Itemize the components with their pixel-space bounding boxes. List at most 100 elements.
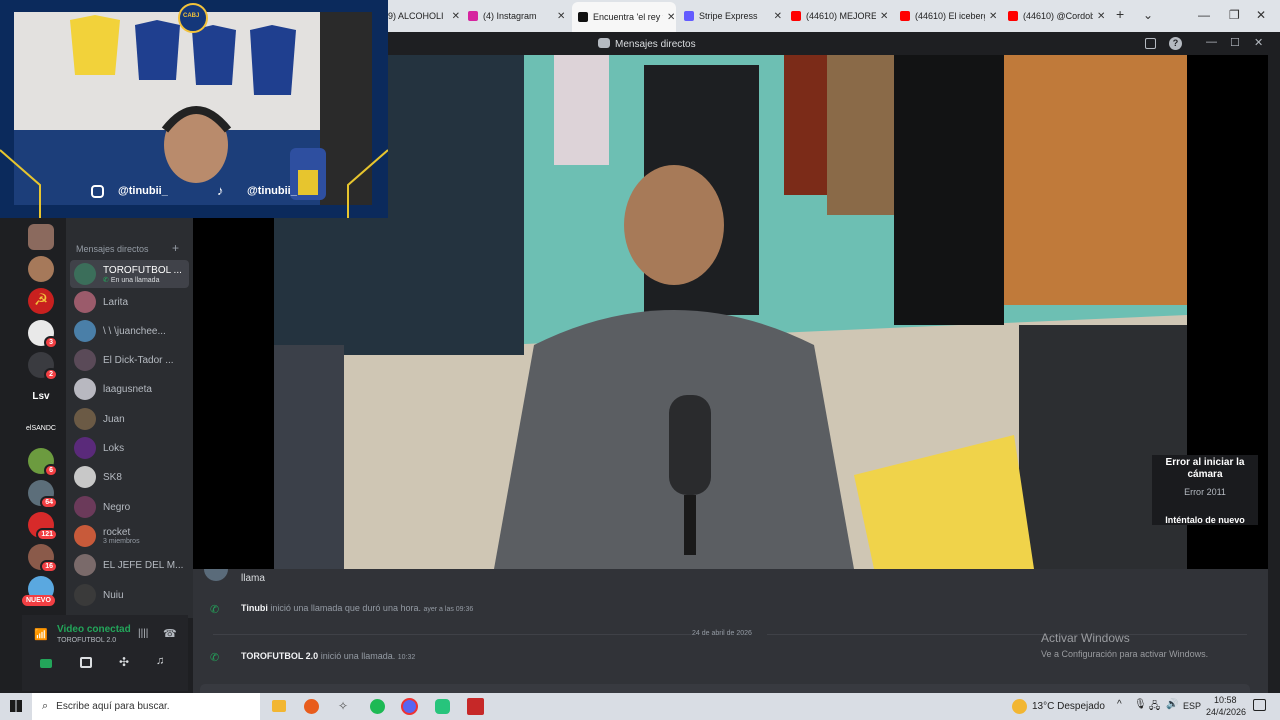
- server-icon[interactable]: 6: [28, 448, 58, 477]
- tab-list-button[interactable]: ⌄: [1143, 8, 1153, 22]
- system-message: TOROFUTBOL 2.0 inició una llamada. 10:32: [241, 651, 415, 661]
- discord-icon[interactable]: [401, 698, 418, 715]
- disconnect-icon[interactable]: ☎: [163, 627, 177, 640]
- video-scene: [274, 55, 1187, 569]
- windows-start-icon[interactable]: [10, 700, 22, 712]
- message-author[interactable]: TOROFUTBOL 2.0: [241, 651, 318, 661]
- screen-share-icon[interactable]: [80, 657, 92, 668]
- minimize-icon[interactable]: —: [1206, 36, 1217, 48]
- app-icon[interactable]: [435, 699, 450, 714]
- clock-date[interactable]: 24/4/2026: [1206, 707, 1246, 717]
- activities-icon[interactable]: ✣: [119, 655, 129, 669]
- close-icon[interactable]: ✕: [880, 11, 888, 22]
- language-indicator[interactable]: ESP: [1183, 701, 1201, 711]
- dm-status-text: En una llamada: [110, 276, 160, 284]
- call-icon: ✆: [210, 652, 220, 664]
- close-icon[interactable]: ✕: [667, 12, 675, 23]
- browser-tab[interactable]: (44610) @Cordobe ✕: [1002, 4, 1108, 28]
- server-elsandc[interactable]: elSANDC: [26, 416, 56, 442]
- message-text: inició una llamada.: [320, 651, 396, 661]
- phone-icon: ✆: [103, 276, 111, 284]
- discord-icon: [598, 38, 610, 48]
- dm-item[interactable]: \ \ \juanchee...: [70, 318, 189, 344]
- restore-icon[interactable]: ❐: [1229, 8, 1240, 22]
- server-icon[interactable]: [28, 224, 54, 250]
- dm-item[interactable]: SK8: [70, 464, 189, 490]
- dm-members: 3 miembros: [103, 538, 140, 545]
- dm-item[interactable]: El Dick-Tador ...: [70, 347, 189, 373]
- date-divider: 24 de abril de 2026: [692, 630, 752, 637]
- browser-tab[interactable]: (44610) MEJORES M ✕: [785, 4, 893, 28]
- close-icon[interactable]: ✕: [774, 11, 782, 22]
- create-dm-button[interactable]: +: [172, 241, 179, 255]
- browser-tab-active[interactable]: Encuentra 'el rey yo ✕: [572, 2, 676, 32]
- tab-title: Encuentra 'el rey yo: [593, 12, 663, 22]
- app-icon[interactable]: ✧: [338, 699, 348, 713]
- clock-time[interactable]: 10:58: [1214, 695, 1237, 705]
- message-input[interactable]: [200, 684, 1250, 693]
- soundboard-icon[interactable]: ♫: [156, 655, 164, 667]
- message-text: inició una llamada que duró una hora.: [270, 603, 421, 613]
- server-icon[interactable]: 2: [28, 352, 58, 381]
- retry-camera-button[interactable]: Inténtalo de nuevo: [1152, 515, 1258, 525]
- firefox-icon[interactable]: [304, 699, 319, 714]
- server-icon[interactable]: [28, 256, 54, 282]
- avatar: [74, 466, 96, 488]
- notifications-icon[interactable]: [1253, 699, 1266, 711]
- close-icon[interactable]: ✕: [557, 11, 565, 22]
- spotify-icon[interactable]: [370, 699, 385, 714]
- minimize-icon[interactable]: —: [1198, 8, 1210, 22]
- browser-tab[interactable]: Stripe Express ✕: [678, 4, 782, 28]
- unread-badge: 2: [44, 368, 58, 381]
- browser-tab[interactable]: (44610) El iceberg d ✕: [894, 4, 1000, 28]
- taskbar-search-box[interactable]: ⌕ Escribe aquí para buscar.: [32, 693, 260, 720]
- dm-item[interactable]: EL JEFE DEL M...: [70, 552, 189, 578]
- network-icon[interactable]: 🖧: [1149, 699, 1160, 716]
- activate-windows-subtitle: Ve a Configuración para activar Windows.: [1041, 649, 1209, 659]
- streamer-webcam-overlay: @tinubii_ ♪ @tinubii_ CABJ: [0, 0, 388, 218]
- dm-item-group[interactable]: rocket 3 miembros: [70, 523, 189, 549]
- dm-item-torofutbol[interactable]: TOROFUTBOL ... ✆ En una llamada: [70, 260, 189, 288]
- microphone-icon[interactable]: 🎙: [1134, 699, 1147, 710]
- dm-item[interactable]: Loks: [70, 435, 189, 461]
- dm-status: ✆ En una llamada: [103, 276, 183, 284]
- dm-item[interactable]: Larita: [70, 289, 189, 315]
- dm-item[interactable]: laagusneta: [70, 376, 189, 402]
- message-author[interactable]: Tinubi: [241, 603, 268, 613]
- camera-icon[interactable]: [40, 659, 52, 668]
- close-icon[interactable]: ✕: [989, 11, 997, 22]
- server-lsv[interactable]: Lsv: [28, 384, 54, 410]
- server-icon[interactable]: 121: [28, 512, 58, 541]
- dm-item[interactable]: Negro: [70, 494, 189, 520]
- volume-icon[interactable]: 🔊: [1166, 699, 1178, 710]
- server-icon[interactable]: 64: [28, 480, 58, 509]
- voice-channel[interactable]: TOROFUTBOL 2.0: [57, 637, 116, 644]
- tab-title: 509) ALCOHOLI: [378, 11, 444, 21]
- close-icon[interactable]: ✕: [452, 11, 460, 22]
- dm-name: El Dick-Tador ...: [103, 354, 174, 366]
- dm-item[interactable]: Nuiu: [70, 582, 189, 608]
- weather-text[interactable]: 13°C Despejado: [1032, 701, 1105, 712]
- server-icon[interactable]: 16: [28, 544, 58, 573]
- server-icon[interactable]: 3: [28, 320, 58, 349]
- close-window-icon[interactable]: ✕: [1256, 8, 1266, 22]
- help-icon[interactable]: ?: [1169, 37, 1182, 50]
- new-badge: NUEVO: [22, 595, 55, 606]
- chevron-up-icon[interactable]: ^: [1117, 699, 1122, 710]
- dm-name: Negro: [103, 501, 131, 513]
- app-icon[interactable]: [467, 698, 484, 715]
- close-icon[interactable]: ✕: [1097, 11, 1105, 22]
- close-icon[interactable]: ✕: [1254, 36, 1263, 49]
- noise-suppression-icon[interactable]: ||||: [138, 628, 148, 639]
- unread-badge: 3: [44, 336, 58, 349]
- browser-tab[interactable]: (4) Instagram ✕: [462, 4, 570, 28]
- maximize-icon[interactable]: ☐: [1230, 36, 1240, 49]
- file-explorer-icon[interactable]: [272, 700, 286, 712]
- new-tab-button[interactable]: +: [1116, 6, 1124, 22]
- hammer-sickle-server-icon[interactable]: ☭: [28, 288, 54, 314]
- message-timestamp: ayer a las 09:36: [423, 606, 474, 613]
- dm-item[interactable]: Juan: [70, 406, 189, 432]
- unread-badge: 121: [36, 528, 58, 541]
- popout-icon[interactable]: [1145, 38, 1156, 49]
- group-avatar: [74, 525, 96, 547]
